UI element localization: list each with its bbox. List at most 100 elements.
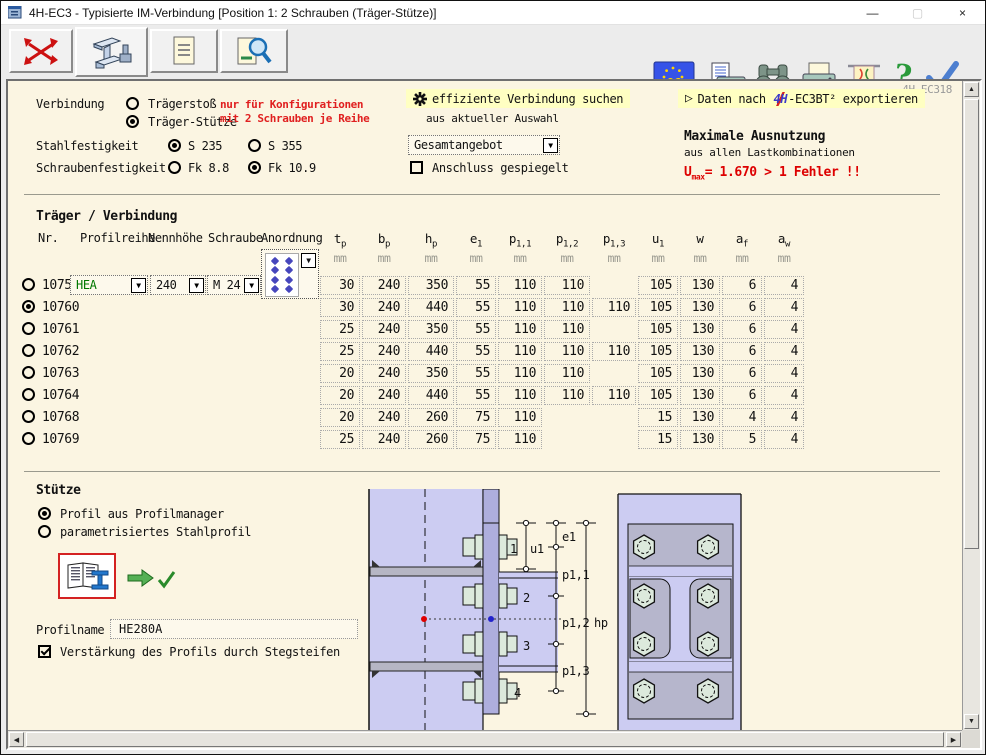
unit-label: mm	[544, 251, 590, 265]
value-cell: 25	[320, 430, 360, 449]
value-cell: 130	[680, 276, 720, 295]
unit-label: mm	[408, 251, 454, 265]
value-cell: 110	[498, 364, 542, 383]
app-window: 4H-EC3 - Typisierte IM-Verbindung [Posit…	[0, 0, 986, 755]
value-cell: 55	[456, 276, 496, 295]
dropdown-arrow-icon[interactable]: ▼	[189, 278, 204, 293]
value-cell: 30	[320, 276, 360, 295]
form-area: 4H-EC318 Verbindung Trägerstoß Träger-St…	[8, 81, 962, 730]
vertical-scrollbar[interactable]: ▲ ▼	[962, 81, 980, 730]
scroll-right-icon[interactable]: ▶	[946, 732, 961, 747]
value-cell: 110	[544, 342, 590, 361]
title-bar[interactable]: 4H-EC3 - Typisierte IM-Verbindung [Posit…	[1, 1, 985, 25]
row-select-radio[interactable]	[22, 278, 35, 291]
scroll-down-icon[interactable]: ▼	[964, 714, 979, 729]
unit-label: mm	[362, 251, 406, 265]
row-select-radio[interactable]	[22, 366, 35, 379]
unit-label: mm	[320, 251, 360, 265]
value-cell: 25	[320, 342, 360, 361]
value-cell: 110	[498, 408, 542, 427]
value-cell: 55	[456, 386, 496, 405]
radio-profilmanager[interactable]	[38, 507, 51, 520]
row-select-radio[interactable]	[22, 410, 35, 423]
play-icon: ▷	[685, 91, 692, 106]
unit-label: mm	[638, 251, 678, 265]
row-number: 10769	[42, 432, 79, 447]
value-cell: 55	[456, 298, 496, 317]
export-button[interactable]: ▷ Daten nach 4H-EC3BT² exportieren	[678, 89, 925, 108]
table-section-title: Träger / Verbindung	[36, 209, 177, 224]
radio-traeger-stuetze[interactable]	[126, 115, 139, 128]
column-header: bp	[362, 231, 406, 250]
exit-button[interactable]	[9, 29, 73, 73]
radio-traegerstoss[interactable]	[126, 97, 139, 110]
value-cell: 130	[680, 320, 720, 339]
dropdown-arrow-icon[interactable]: ▼	[543, 138, 558, 153]
radio-fk109[interactable]	[248, 161, 261, 174]
svg-text:4: 4	[514, 686, 521, 700]
radio-s355[interactable]	[248, 139, 261, 152]
table-row: 10759HEA▼240▼M 24▼3024035055110110105130…	[8, 275, 962, 297]
efficient-search-button[interactable]: effiziente Verbindung suchen	[406, 89, 630, 108]
window-title: 4H-EC3 - Typisierte IM-Verbindung [Posit…	[29, 6, 437, 20]
value-cell: 4	[764, 386, 804, 405]
radio-s235[interactable]	[168, 139, 181, 152]
radio-fk88[interactable]	[168, 161, 181, 174]
dropdown-arrow-icon[interactable]: ▼	[244, 278, 259, 293]
export-label: Daten nach 4H-EC3BT² exportieren	[697, 92, 917, 106]
column-header: p1,3	[592, 231, 636, 250]
value-cell: 110	[544, 320, 590, 339]
dropdown-arrow-icon[interactable]: ▼	[301, 253, 316, 268]
table-row: 1076820240260751101513044	[8, 407, 962, 429]
value-cell: 4	[764, 364, 804, 383]
value-cell: 30	[320, 298, 360, 317]
value-cell: 130	[680, 342, 720, 361]
mirror-checkbox[interactable]	[410, 161, 423, 174]
row-dropdown[interactable]: HEA▼	[70, 275, 148, 295]
horizontal-scrollbar[interactable]: ◀ ▶	[8, 730, 962, 748]
profilname-input[interactable]	[110, 619, 358, 639]
connection-drawing: 1 2 3 4 u1 e1 p1,1 p1,2 p1,3 hp	[366, 489, 756, 730]
hscroll-thumb[interactable]	[26, 732, 944, 747]
angebot-dropdown[interactable]: Gesamtangebot ▼	[408, 135, 560, 155]
separator	[24, 471, 940, 472]
value-cell: 4	[764, 298, 804, 317]
stegsteifen-checkbox[interactable]	[38, 645, 51, 658]
svg-text:hp: hp	[594, 616, 608, 630]
vscroll-thumb[interactable]	[964, 99, 979, 549]
tab-connection-input[interactable]	[75, 27, 148, 77]
value-cell	[544, 408, 590, 427]
unit-label: mm	[456, 251, 496, 265]
row-select-radio[interactable]	[22, 322, 35, 335]
tab-preview[interactable]	[220, 29, 288, 73]
row-dropdown[interactable]: 240▼	[150, 275, 206, 295]
value-cell: 6	[722, 298, 762, 317]
value-cell: 4	[764, 320, 804, 339]
table-row: 10764202404405511011011010513064	[8, 385, 962, 407]
max-subtext: aus allen Lastkombinationen	[684, 146, 855, 159]
row-number: 10763	[42, 366, 79, 381]
row-select-radio[interactable]	[22, 344, 35, 357]
maximize-button[interactable]: ▢	[895, 1, 940, 25]
dropdown-arrow-icon[interactable]: ▼	[131, 278, 146, 293]
row-dropdown[interactable]: M 24▼	[207, 275, 261, 295]
radio-param-profil[interactable]	[38, 525, 51, 538]
value-cell: 110	[498, 298, 542, 317]
param-profil-label: parametrisiertes Stahlprofil	[60, 525, 251, 539]
unit-label: mm	[680, 251, 720, 265]
scroll-up-icon[interactable]: ▲	[964, 82, 979, 97]
row-select-radio[interactable]	[22, 300, 35, 313]
table-unit-row: mmmmmmmmmmmmmmmmmmmmmm	[8, 251, 962, 265]
value-cell: 240	[362, 364, 406, 383]
profilmanager-button[interactable]	[58, 553, 116, 599]
value-cell: 110	[498, 320, 542, 339]
umax-result: Umax= 1.670 > 1 Fehler !!	[684, 165, 861, 182]
close-button[interactable]: ×	[940, 1, 985, 25]
scroll-left-icon[interactable]: ◀	[9, 732, 24, 747]
tab-document[interactable]	[150, 29, 218, 73]
value-cell: 6	[722, 320, 762, 339]
row-select-radio[interactable]	[22, 432, 35, 445]
row-select-radio[interactable]	[22, 388, 35, 401]
minimize-button[interactable]: —	[850, 1, 895, 25]
dropdown-value: M 24	[208, 278, 244, 292]
